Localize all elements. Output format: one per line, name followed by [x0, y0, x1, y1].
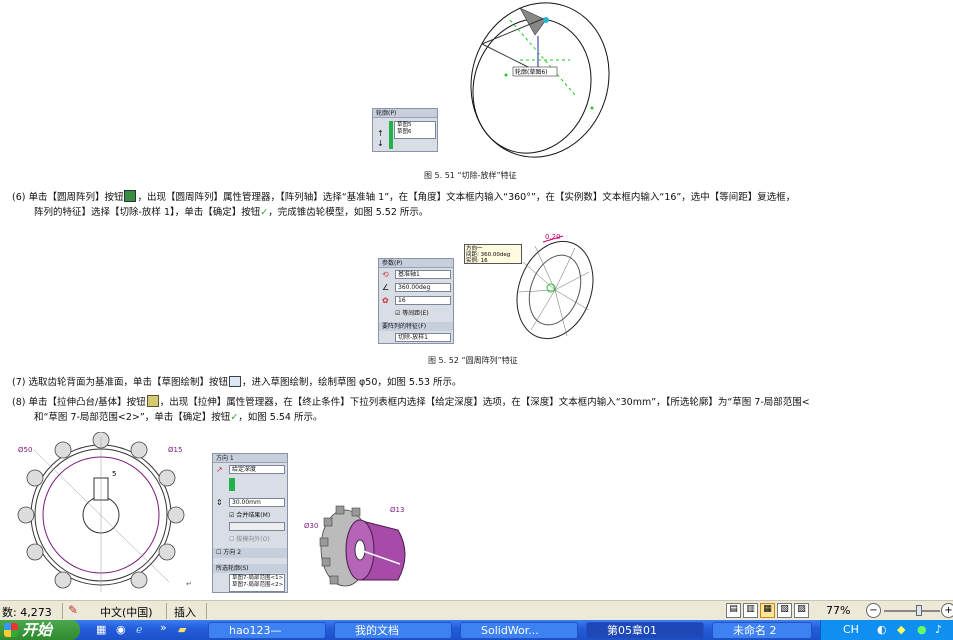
feature-list[interactable]: 切除-放样1: [395, 333, 451, 342]
task-untitled2[interactable]: 未命名 2: [712, 622, 812, 639]
taskbar: 开始 ▦ ◉ ℯ » ▰ hao123— 我的文档 SolidWor... 第0…: [0, 620, 953, 640]
input-language[interactable]: CH: [843, 623, 859, 636]
task-solidworks[interactable]: SolidWor...: [460, 622, 578, 639]
arrow-up-icon[interactable]: ↑: [377, 129, 384, 138]
status-bar: 数: 4,273 ✎ 中文(中国) 插入 ▤ ▥ ▦ ▧ ▨ 77% − +: [0, 600, 953, 620]
features-header: 要阵列的特征(F): [379, 322, 453, 331]
dimension-label: 5: [112, 470, 116, 478]
extruded-gear-drawing: Ø30 Ø13: [304, 505, 406, 587]
task-chapter05[interactable]: 第05章01: [586, 622, 704, 639]
contours-header: 所选轮廓(S): [213, 564, 287, 573]
arrow-down-icon[interactable]: ↓: [377, 139, 384, 148]
zoom-slider[interactable]: [884, 605, 940, 616]
web-view-icon[interactable]: ▥: [743, 603, 758, 618]
count-field[interactable]: 16: [395, 296, 451, 305]
dimension-label: Ø50: [18, 446, 32, 454]
extrude-panel: 方向 1 给定深度 30.00mm ☑ 合并结果(M) ☐ 拔模向外(O) ☐ …: [212, 453, 288, 593]
view-buttons: ▤ ▥ ▦ ▧ ▨: [726, 603, 816, 619]
zoom-slider-thumb[interactable]: [916, 605, 922, 616]
sketch-icon: [228, 376, 241, 387]
dimension-label: Ø13: [390, 506, 404, 514]
contour-list: 草图7-局部范围<1> 草图7-局部范围<2>: [229, 574, 285, 592]
list-item[interactable]: 草图6: [397, 129, 435, 136]
depth-icon: ⇕: [216, 498, 223, 507]
bevel-gear-pattern-drawing: 0.20: [516, 233, 594, 340]
figure-caption: 图 5. 51 “切除-放样”特征: [424, 171, 517, 180]
word-count: 数: 4,273: [2, 606, 52, 619]
paragraph-6: (6) 单击【圆周阵列】按钮 ，出现【圆周阵列】属性管理器，【阵列轴】选择“基准轴…: [12, 190, 796, 203]
folder-icon[interactable]: ▰: [178, 623, 186, 636]
outline-view-icon[interactable]: ▧: [777, 603, 792, 618]
draft-checkbox[interactable]: ☐ 拔模向外(O): [229, 534, 270, 543]
depth-field[interactable]: 30.00mm: [229, 498, 285, 507]
profile-label: 轮廓(草图6): [515, 68, 548, 76]
more-icon[interactable]: »: [160, 621, 167, 634]
dimension-label: 0.20: [545, 233, 561, 241]
angle-icon: ∠: [382, 283, 390, 292]
tray-network-icon[interactable]: ●: [917, 623, 927, 636]
merge-checkbox[interactable]: ☑ 合并结果(M): [229, 510, 270, 519]
direction2-header[interactable]: ☐ 方向 2: [213, 548, 287, 558]
tray-security-icon[interactable]: ◆: [897, 623, 905, 636]
quick-launch: ▦ ◉ ℯ » ▰: [90, 621, 200, 637]
zoom-level: 77%: [826, 604, 851, 617]
circular-pattern-panel: 参数(P) 基准轴1 360.00deg 16 ☑ 等间距(E) 要阵列的特征(…: [378, 258, 454, 344]
reading-view-icon[interactable]: ▨: [794, 603, 809, 618]
zoom-out-icon[interactable]: −: [866, 603, 881, 618]
direction-icon: ↗: [216, 465, 223, 474]
spellcheck-icon[interactable]: ✎: [68, 603, 78, 617]
axis-icon: ⟲: [382, 270, 389, 279]
paragraph-8-cont: 和“草图 7-局部范围<2>”，单击【确定】按钮✓，如图 5.54 所示。: [34, 412, 323, 423]
dimension-label: Ø30: [304, 522, 318, 530]
selection-bar: [389, 121, 393, 149]
dimension-label: Ø15: [168, 446, 182, 454]
figure-caption: 图 5. 52 “圆周阵列”特征: [428, 356, 518, 365]
axis-field[interactable]: 基准轴1: [395, 270, 451, 279]
list-item[interactable]: 草图7-局部范围<2>: [232, 582, 284, 589]
task-my-documents[interactable]: 我的文档: [334, 622, 452, 639]
language-indicator[interactable]: 中文(中国): [100, 604, 153, 620]
tray-app-icon[interactable]: ◐: [877, 623, 887, 636]
panel-title: 轮廓(P): [373, 109, 437, 118]
paragraph-8: (8) 单击【拉伸凸台/基体】按钮 ，出现【拉伸】属性管理器，在【终止条件】下拉列…: [12, 395, 810, 408]
direction-selection: [229, 478, 235, 491]
zoom-in-icon[interactable]: +: [941, 603, 953, 618]
panel-list: 草图5 草图6: [394, 121, 436, 139]
panel-title: 参数(P): [379, 259, 453, 268]
angle-field[interactable]: 360.00deg: [395, 283, 451, 292]
insert-mode[interactable]: 插入: [174, 604, 196, 620]
task-hao123[interactable]: hao123—: [208, 622, 326, 639]
extrude-boss-icon: [146, 395, 159, 407]
count-icon: ✿: [382, 296, 389, 305]
browser-icon[interactable]: ◉: [116, 623, 126, 636]
circular-pattern-icon: [124, 190, 137, 202]
gear-sketch-drawing: Ø50 Ø15 5: [17, 432, 185, 592]
list-item[interactable]: 草图7-局部范围<1>: [232, 575, 284, 582]
paragraph-6-cont: 阵列的特征】选择【切除-放样 1】，单击【确定】按钮✓，完成锥齿轮模型，如图 5…: [34, 207, 429, 218]
draft-field[interactable]: [229, 522, 285, 531]
fig51-profile-panel: 轮廓(P) 草图5 草图6 ↑ ↓: [372, 108, 438, 152]
windows-logo-icon: [4, 623, 18, 637]
tray-volume-icon[interactable]: ♪: [935, 623, 942, 636]
normal-view-icon[interactable]: ▤: [726, 603, 741, 618]
document-page[interactable]: 轮廓(草图6) 轮廓(P) 草图5 草图6 ↑ ↓ 图 5. 51 “切除-放样…: [0, 0, 953, 600]
direction1-header: 方向 1: [213, 454, 287, 463]
system-tray: CH ◐ ◆ ● ♪: [820, 620, 953, 640]
desktop-icon[interactable]: ▦: [96, 623, 106, 636]
equal-spacing-checkbox[interactable]: ☑ 等间距(E): [395, 308, 429, 317]
print-view-icon[interactable]: ▦: [760, 603, 775, 618]
list-item[interactable]: 草图5: [397, 122, 435, 129]
ie-icon[interactable]: ℯ: [136, 623, 143, 636]
end-condition-select[interactable]: 给定深度: [229, 465, 285, 474]
paragraph-7: (7) 选取齿轮背面为基准面，单击【草图绘制】按钮 ，进入草图绘制，绘制草图 φ5…: [12, 376, 462, 388]
